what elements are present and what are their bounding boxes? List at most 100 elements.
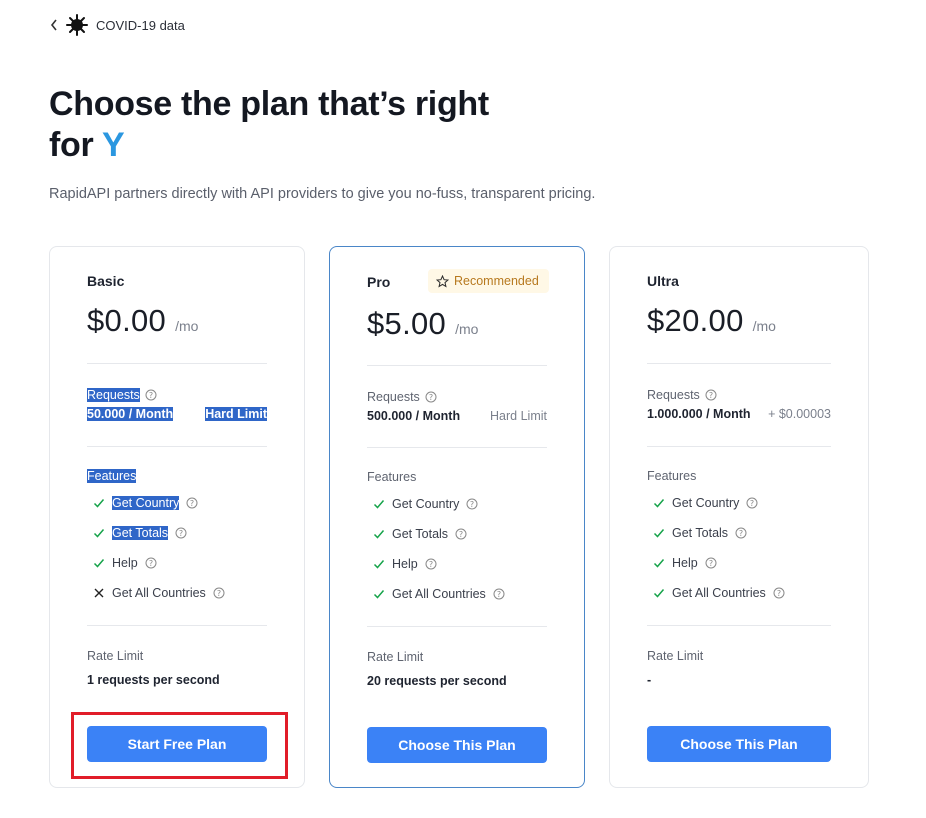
title-prefix: for	[49, 126, 94, 164]
requests-label: Requests ?	[367, 390, 437, 404]
check-icon	[653, 559, 665, 568]
divider	[367, 447, 547, 448]
plan-name: Pro	[367, 274, 391, 290]
choose-ultra-plan-button[interactable]: Choose This Plan	[647, 726, 831, 762]
feature-item: Get All Countries ?	[93, 586, 225, 600]
check-icon	[373, 590, 385, 599]
plan-price: $5.00 /mo	[367, 306, 478, 342]
svg-text:?: ?	[709, 559, 713, 568]
divider	[87, 363, 267, 364]
rate-limit-value: 1 requests per second	[87, 673, 220, 687]
help-icon[interactable]: ?	[466, 498, 478, 510]
plan-name: Basic	[87, 273, 125, 289]
plan-card-pro: Pro Recommended $5.00 /mo Requests ? 500…	[329, 246, 585, 788]
svg-text:?: ?	[217, 589, 221, 598]
help-icon[interactable]: ?	[213, 587, 225, 599]
feature-label: Get All Countries	[672, 586, 766, 600]
help-icon[interactable]: ?	[455, 528, 467, 540]
features-label-text: Features	[87, 469, 137, 483]
page-subtitle: RapidAPI partners directly with API prov…	[49, 186, 596, 202]
divider	[87, 446, 267, 447]
features-label: Features	[647, 469, 696, 483]
help-icon[interactable]: ?	[773, 587, 785, 599]
feature-item: Get Totals ?	[653, 526, 747, 540]
svg-text:?: ?	[739, 529, 743, 538]
feature-label: Get Totals	[672, 526, 729, 540]
help-icon[interactable]: ?	[186, 497, 198, 509]
check-icon	[93, 559, 105, 568]
requests-quantity: 1.000.000 / Month	[647, 407, 751, 421]
svg-text:?: ?	[750, 499, 754, 508]
requests-quantity: 500.000 / Month	[367, 409, 461, 423]
feature-label: Get Country	[392, 497, 460, 511]
requests-label-text: Requests	[647, 388, 700, 402]
help-icon[interactable]: ?	[425, 558, 437, 570]
feature-label: Help	[392, 557, 418, 571]
help-icon[interactable]: ?	[735, 527, 747, 539]
recommended-badge: Recommended	[428, 269, 549, 293]
svg-text:?: ?	[149, 559, 153, 568]
features-label: Features	[87, 469, 137, 483]
requests-overage: + $0.00003	[768, 407, 831, 421]
title-accent: Y	[101, 126, 125, 164]
feature-item: Get All Countries ?	[373, 587, 505, 601]
check-icon	[653, 499, 665, 508]
help-icon[interactable]: ?	[746, 497, 758, 509]
plan-card-basic: Basic $0.00 /mo Requests ? 50.000 / Mont…	[49, 246, 305, 788]
requests-row: 1.000.000 / Month + $0.00003	[647, 407, 831, 421]
rate-limit-label: Rate Limit	[87, 649, 144, 663]
requests-limit: Hard Limit	[490, 409, 547, 423]
requests-limit: Hard Limit	[205, 407, 267, 421]
check-icon	[93, 499, 105, 508]
feature-item: Get Totals ?	[93, 526, 187, 540]
plan-price: $20.00 /mo	[647, 303, 776, 339]
divider	[367, 626, 547, 627]
help-icon[interactable]: ?	[425, 391, 437, 403]
svg-text:?: ?	[190, 499, 194, 508]
feature-label: Get All Countries	[112, 586, 206, 600]
feature-label: Help	[672, 556, 698, 570]
requests-label-text: Requests	[367, 390, 420, 404]
svg-text:?: ?	[777, 589, 781, 598]
price-amount: $0.00	[87, 303, 167, 338]
feature-item: Get Country ?	[373, 497, 478, 511]
features-label-text: Features	[647, 469, 697, 483]
help-icon[interactable]: ?	[145, 389, 157, 401]
features-label-text: Features	[367, 470, 417, 484]
check-icon	[653, 529, 665, 538]
feature-item: Get Country ?	[653, 496, 758, 510]
requests-label-text: Requests	[87, 388, 140, 402]
help-icon[interactable]: ?	[145, 557, 157, 569]
help-icon[interactable]: ?	[705, 557, 717, 569]
price-amount: $20.00	[647, 303, 744, 338]
api-name[interactable]: COVID-19 data	[96, 18, 185, 33]
feature-item: Get Totals ?	[373, 527, 467, 541]
divider	[87, 625, 267, 626]
x-icon	[94, 588, 104, 598]
divider	[367, 365, 547, 366]
svg-text:?: ?	[497, 590, 501, 599]
chevron-left-icon[interactable]	[50, 19, 58, 31]
svg-text:?: ?	[709, 391, 713, 400]
help-icon[interactable]: ?	[175, 527, 187, 539]
help-icon[interactable]: ?	[493, 588, 505, 600]
feature-label: Get Country	[112, 496, 180, 510]
requests-row: 500.000 / Month Hard Limit	[367, 409, 547, 423]
price-period: /mo	[752, 318, 776, 334]
star-icon	[436, 274, 449, 288]
rate-limit-value: -	[647, 673, 652, 687]
check-icon	[373, 530, 385, 539]
requests-label: Requests ?	[87, 388, 157, 402]
feature-item: Help ?	[93, 556, 157, 570]
title-line-1: Choose the plan that’s right	[49, 85, 489, 123]
choose-pro-plan-button[interactable]: Choose This Plan	[367, 727, 547, 763]
svg-text:?: ?	[459, 530, 463, 539]
feature-item: Help ?	[373, 557, 437, 571]
back-link[interactable]: COVID-19 data	[50, 14, 185, 36]
divider	[647, 625, 831, 626]
requests-row: 50.000 / Month Hard Limit	[87, 407, 267, 421]
check-icon	[373, 500, 385, 509]
help-icon[interactable]: ?	[705, 389, 717, 401]
feature-item: Help ?	[653, 556, 717, 570]
rate-limit-value: 20 requests per second	[367, 674, 507, 688]
